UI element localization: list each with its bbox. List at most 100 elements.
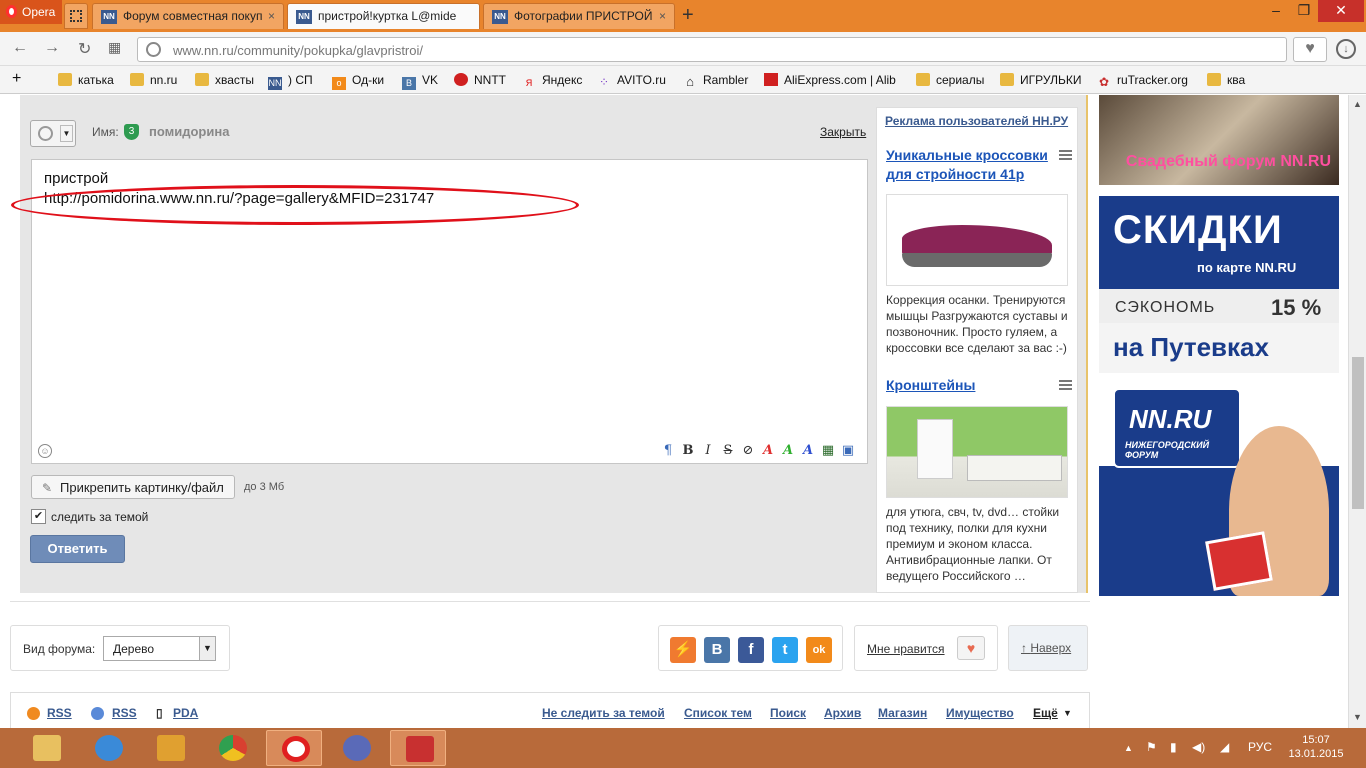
sneaker-image[interactable] — [886, 194, 1068, 286]
bookmark-item[interactable]: nn.ru — [130, 73, 177, 87]
taskbar-torrent[interactable] — [328, 730, 384, 766]
bookmark-item[interactable]: ква — [1207, 73, 1245, 87]
wedding-forum-banner[interactable]: Свадебный форум NN.RU — [1099, 95, 1339, 185]
shop-link[interactable]: Магазин — [878, 706, 927, 720]
share-twitter-icon[interactable]: t — [772, 637, 798, 663]
share-ok-icon[interactable]: ok — [806, 637, 832, 663]
paragraph-icon[interactable]: ¶ — [660, 443, 676, 459]
action-center-icon[interactable]: ⚑ — [1146, 740, 1157, 754]
close-icon[interactable]: × — [659, 9, 666, 23]
italic-icon[interactable]: I — [700, 443, 716, 459]
tab-pristroy[interactable]: NNпристрой!куртка L@mide× — [287, 3, 480, 29]
video-icon[interactable]: ▦ — [820, 443, 836, 459]
back-to-top-link[interactable]: ↑ Наверх — [1021, 641, 1071, 655]
rss-link[interactable]: RSS — [47, 706, 72, 720]
bookmark-heart-button[interactable]: ♥ — [1293, 37, 1327, 62]
maximize-button[interactable]: ❐ — [1290, 0, 1318, 22]
download-icon[interactable]: ↓ — [1336, 39, 1356, 59]
tab-forum[interactable]: NN Форум совместная покуп × — [92, 3, 284, 29]
tray-expand-icon[interactable]: ▲ — [1124, 743, 1133, 753]
bookmark-item[interactable]: ✿ ruTracker.org — [1097, 73, 1188, 89]
battery-icon[interactable]: ▮ — [1170, 740, 1177, 754]
attach-file-button[interactable]: ✎ Прикрепить картинку/файл — [31, 475, 235, 499]
window-close-button[interactable]: ✕ — [1318, 0, 1364, 22]
forum-view-select[interactable]: Дерево ▼ — [103, 636, 216, 661]
forward-arrow-icon[interactable]: → — [44, 39, 60, 57]
spoiler-icon[interactable]: ⊘ — [740, 443, 756, 459]
room-image[interactable] — [886, 406, 1068, 498]
speed-dial-tab[interactable] — [64, 3, 88, 29]
taskbar-explorer[interactable] — [18, 730, 74, 766]
bookmark-item[interactable]: сериалы — [916, 73, 984, 87]
blue-text-icon[interactable]: A — [800, 443, 816, 459]
bookmark-item[interactable]: ИГРУЛЬКИ — [1000, 73, 1081, 87]
tab-photos[interactable]: NN Фотографии ПРИСТРОЙ × — [483, 3, 675, 29]
share-facebook-icon[interactable]: f — [738, 637, 764, 663]
taskbar-ie[interactable] — [80, 730, 136, 766]
torrent-icon — [343, 735, 371, 761]
grid-icon[interactable]: ▦ — [108, 39, 121, 56]
back-to-top-panel[interactable]: ↑ Наверх — [1008, 625, 1088, 671]
add-bookmark-button[interactable]: + — [12, 70, 21, 88]
bookmark-item[interactable]: AliExpress.com | Alib — [764, 73, 896, 87]
bookmark-item[interactable]: катька — [58, 73, 114, 87]
topic-list-link[interactable]: Список тем — [684, 706, 752, 720]
new-tab-button[interactable]: + — [682, 4, 694, 27]
image-icon[interactable]: ▣ — [840, 443, 856, 459]
follow-topic-checkbox[interactable]: ✔ — [31, 509, 46, 524]
archive-link[interactable]: Архив — [824, 706, 861, 720]
ad-title-link[interactable]: Уникальные кроссовки для стройности 41р — [886, 146, 1056, 184]
back-arrow-icon[interactable]: ← — [12, 39, 28, 57]
share-vk-icon[interactable]: В — [704, 637, 730, 663]
opera-menu-button[interactable]: Opera — [0, 0, 62, 24]
bookmark-item[interactable]: NN) СП — [268, 73, 313, 90]
more-menu-link[interactable]: Ещё — [1033, 706, 1058, 720]
bookmark-item[interactable]: NNTT — [454, 73, 506, 87]
scroll-up-icon[interactable]: ▲ — [1353, 99, 1362, 109]
unfollow-topic-link[interactable]: Не следить за темой — [542, 706, 665, 720]
language-indicator[interactable]: РУС — [1248, 740, 1272, 754]
bookmark-item[interactable]: хвасты — [195, 73, 254, 87]
submit-reply-button[interactable]: Ответить — [30, 535, 125, 563]
hamburger-menu-icon[interactable] — [1059, 380, 1072, 390]
taskbar-opera[interactable] — [266, 730, 322, 766]
network-icon[interactable]: ◢ — [1220, 740, 1229, 754]
heart-icon[interactable]: ♥ — [957, 636, 985, 660]
scroll-down-icon[interactable]: ▼ — [1353, 712, 1362, 722]
bookmark-item[interactable]: B VK — [402, 73, 438, 90]
hamburger-menu-icon[interactable] — [1059, 150, 1072, 160]
address-field[interactable]: www.nn.ru/community/pokupka/glavpristroi… — [137, 37, 1287, 62]
reload-icon[interactable]: ↻ — [78, 39, 91, 59]
taskbar-app[interactable] — [390, 730, 446, 766]
ok-icon: o — [332, 77, 346, 90]
minimize-button[interactable]: – — [1262, 0, 1290, 22]
message-editor[interactable]: пристрой http://pomidorina.www.nn.ru/?pa… — [11, 159, 868, 464]
moderation-dropdown[interactable]: ▼ — [30, 120, 76, 147]
rss-link[interactable]: RSS — [112, 706, 137, 720]
search-link[interactable]: Поиск — [770, 706, 806, 720]
ads-header-link[interactable]: Реклама пользователей НН.РУ — [885, 114, 1068, 128]
close-icon[interactable]: × — [268, 9, 275, 23]
green-text-icon[interactable]: A — [780, 443, 796, 459]
pda-link[interactable]: PDA — [173, 706, 198, 720]
page-scrollbar[interactable]: ▲ ▼ — [1348, 95, 1366, 728]
property-link[interactable]: Имущество — [946, 706, 1014, 720]
bookmark-item[interactable]: ⁘ AVITO.ru — [597, 73, 666, 89]
red-text-icon[interactable]: A — [760, 443, 776, 459]
close-reply-link[interactable]: Закрыть — [820, 125, 866, 139]
bookmark-item[interactable]: ⌂ Rambler — [683, 73, 748, 88]
scroll-thumb[interactable] — [1352, 357, 1364, 509]
ad-title-link[interactable]: Кронштейны — [886, 376, 1056, 395]
bookmark-item[interactable]: Я Яндекс — [522, 73, 583, 90]
volume-icon[interactable]: ◀) — [1192, 740, 1205, 754]
like-link[interactable]: Мне нравится — [867, 642, 945, 656]
share-lightning-icon[interactable]: ⚡ — [670, 637, 696, 663]
discount-banner[interactable]: СКИДКИ по карте NN.RU СЭКОНОМЬ 15 % на П… — [1099, 196, 1339, 596]
clock[interactable]: 15:07 13.01.2015 — [1286, 733, 1346, 761]
bold-icon[interactable]: B — [680, 443, 696, 459]
smiley-icon[interactable]: ☺ — [38, 444, 52, 458]
taskbar-chrome[interactable] — [204, 730, 260, 766]
taskbar-games[interactable] — [142, 730, 198, 766]
strikethrough-icon[interactable]: S — [720, 443, 736, 459]
bookmark-item[interactable]: o Од-ки — [332, 73, 384, 90]
